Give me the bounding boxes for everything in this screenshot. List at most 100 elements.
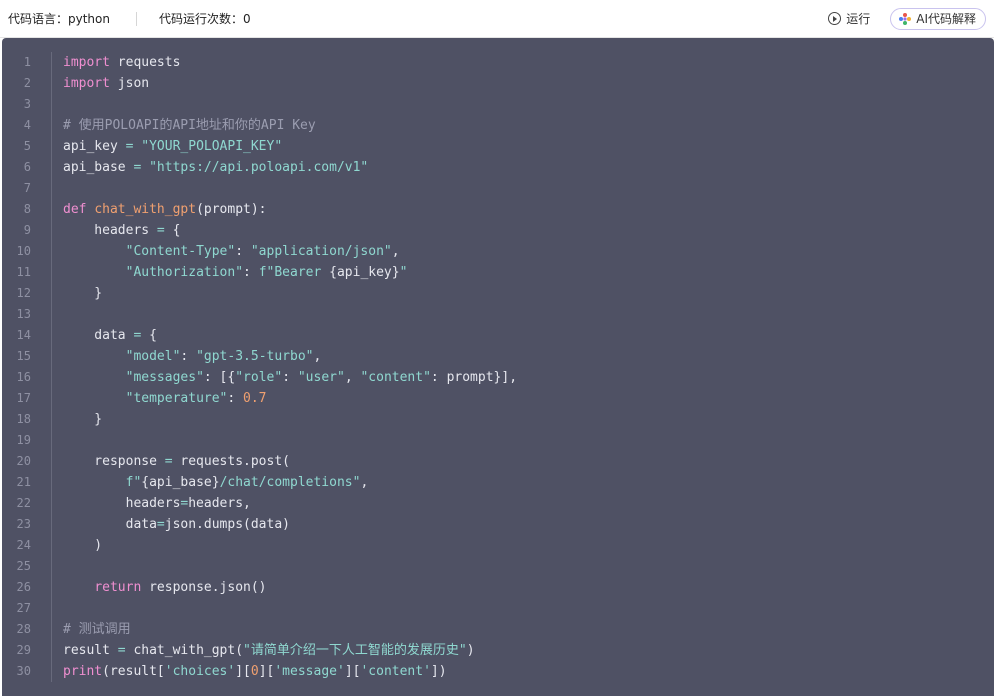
line-number: 16 <box>16 370 31 384</box>
code-token: 'message' <box>274 664 345 679</box>
code-token: "Content-Type" <box>125 244 236 259</box>
code-token: def <box>63 202 87 217</box>
gutter-divider <box>51 619 52 640</box>
code-token: (result[ <box>102 664 165 679</box>
code-text: "messages": [{"role": "user", "content":… <box>63 367 517 388</box>
line-number: 5 <box>23 139 31 153</box>
gutter-divider <box>51 451 52 472</box>
code-token: : <box>243 265 259 280</box>
code-line: 12 } <box>2 283 994 304</box>
line-number: 12 <box>16 286 31 300</box>
code-text: headers=headers, <box>63 493 251 514</box>
code-line: 16 "messages": [{"role": "user", "conten… <box>2 367 994 388</box>
ai-explain-button[interactable]: AI代码解释 <box>890 7 986 30</box>
line-number: 15 <box>16 349 31 363</box>
gutter-divider <box>51 199 52 220</box>
gutter-divider <box>51 661 52 682</box>
code-token: "gpt-3.5-turbo" <box>196 349 314 364</box>
code-token: # 测试调用 <box>63 622 131 637</box>
code-line: 23 data=json.dumps(data) <box>2 514 994 535</box>
code-line: 10 "Content-Type": "application/json", <box>2 241 994 262</box>
code-token: ][ <box>344 664 361 679</box>
code-token: } <box>63 286 103 301</box>
code-text: ) <box>63 535 102 556</box>
code-token: print <box>63 664 103 679</box>
code-token: headers, <box>188 496 251 511</box>
code-token: , <box>313 349 322 364</box>
line-number: 18 <box>16 412 31 426</box>
code-token: headers <box>63 496 181 511</box>
code-line: 3 <box>2 94 994 115</box>
code-token: import <box>63 55 110 70</box>
gutter-divider <box>51 388 52 409</box>
code-token: } <box>63 412 103 427</box>
code-line: 26 return response.json() <box>2 577 994 598</box>
gutter-divider <box>51 325 52 346</box>
code-text: data = { <box>63 325 157 346</box>
code-line: 30 print(result['choices'][0]['message'][… <box>2 661 994 682</box>
code-line: 21 f"{api_base}/chat/completions", <box>2 472 994 493</box>
code-line: 28 # 测试调用 <box>2 619 994 640</box>
line-number: 23 <box>16 517 31 531</box>
gutter-divider <box>51 178 52 199</box>
code-text: f"{api_base}/chat/completions", <box>63 472 369 493</box>
code-token: : <box>180 349 197 364</box>
gutter-divider <box>51 598 52 619</box>
line-number: 10 <box>16 244 31 258</box>
line-number: 19 <box>16 433 31 447</box>
line-number: 2 <box>23 76 31 90</box>
line-number: 14 <box>16 328 31 342</box>
code-line: 24 ) <box>2 535 994 556</box>
run-button[interactable]: 运行 <box>828 10 870 27</box>
code-token: "role" <box>235 370 283 385</box>
gutter-divider <box>51 577 52 598</box>
code-token: api_base <box>63 160 134 175</box>
code-token: 'choices' <box>164 664 236 679</box>
code-text: "Content-Type": "application/json", <box>63 241 400 262</box>
code-line: 14 data = { <box>2 325 994 346</box>
line-number: 27 <box>16 601 31 615</box>
code-token: "https://api.poloapi.com/v1" <box>149 160 369 175</box>
code-token: /chat/completions" <box>219 475 361 490</box>
code-token: 'content' <box>360 664 431 679</box>
line-number: 4 <box>23 118 31 132</box>
code-text: import json <box>63 73 149 94</box>
line-number: 3 <box>23 97 31 111</box>
code-line: 11 "Authorization": f"Bearer {api_key}" <box>2 262 994 283</box>
line-number: 1 <box>23 55 31 69</box>
code-token: import <box>63 76 110 91</box>
code-line: 2 import json <box>2 73 994 94</box>
code-text: "temperature": 0.7 <box>63 388 267 409</box>
code-text: data=json.dumps(data) <box>63 514 290 535</box>
code-line: 6 api_base = "https://api.poloapi.com/v1" <box>2 157 994 178</box>
line-number: 7 <box>23 181 31 195</box>
gutter-divider <box>51 346 52 367</box>
code-token: f" <box>125 475 142 490</box>
code-line: 1 import requests <box>2 52 994 73</box>
gutter-divider <box>51 514 52 535</box>
code-line: 27 <box>2 598 994 619</box>
gutter-divider <box>51 367 52 388</box>
ai-explain-label: AI代码解释 <box>916 12 976 26</box>
code-line: 19 <box>2 430 994 451</box>
toolbar-divider <box>135 11 137 26</box>
line-number: 22 <box>16 496 31 510</box>
code-token: requests.post( <box>172 454 290 469</box>
line-number: 25 <box>16 559 31 573</box>
code-token: = <box>156 517 165 532</box>
code-block: 1 import requests 2 import json 3 4 # 使用POLOAP… <box>2 52 994 682</box>
code-token: result <box>63 643 118 658</box>
code-line: 17 "temperature": 0.7 <box>2 388 994 409</box>
code-text: } <box>63 283 102 304</box>
code-token: (prompt): <box>196 202 267 217</box>
code-line: 8 def chat_with_gpt(prompt): <box>2 199 994 220</box>
code-editor[interactable]: 1 import requests 2 import json 3 4 # 使用POLOAP… <box>2 38 994 696</box>
line-number: 28 <box>16 622 31 636</box>
code-token: , <box>344 370 361 385</box>
code-token: , <box>360 475 369 490</box>
code-token: api_key <box>63 139 126 154</box>
code-token: ) <box>63 538 103 553</box>
